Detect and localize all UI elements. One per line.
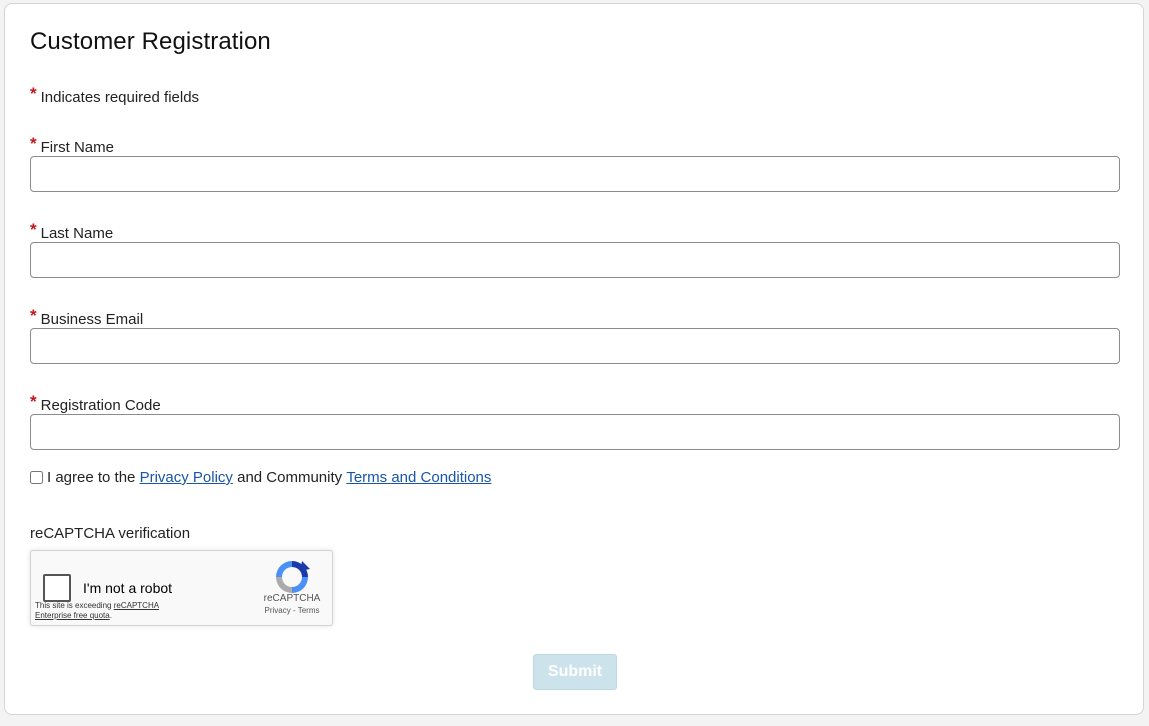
- business-email-label: * Business Email: [30, 306, 144, 328]
- last-name-input[interactable]: [30, 242, 1120, 278]
- registration-card: Customer Registration * Indicates require…: [4, 3, 1144, 715]
- agree-prefix: I agree to the: [47, 469, 136, 486]
- business-email-input[interactable]: [30, 328, 1120, 364]
- required-note-text: Indicates required fields: [40, 89, 200, 106]
- required-star: *: [30, 392, 37, 411]
- required-star: *: [30, 134, 37, 153]
- terms-link[interactable]: Terms and Conditions: [346, 469, 491, 486]
- agreement-row: I agree to the Privacy Policy and Commun…: [30, 469, 491, 486]
- recaptcha-brand: reCAPTCHA: [263, 593, 321, 604]
- captcha-label: reCAPTCHA verification: [30, 525, 191, 542]
- last-name-label: * Last Name: [30, 220, 114, 242]
- recaptcha-logo-icon: [276, 561, 310, 593]
- registration-code-input[interactable]: [30, 414, 1120, 450]
- submit-button[interactable]: Submit: [533, 654, 617, 690]
- required-star: *: [30, 220, 37, 239]
- page-title: Customer Registration: [30, 28, 271, 55]
- recaptcha-terms-link[interactable]: Terms: [298, 606, 320, 615]
- first-name-input[interactable]: [30, 156, 1120, 192]
- recaptcha-quota-note: This site is exceeding reCAPTCHA Enterpr…: [35, 601, 160, 620]
- registration-code-label: * Registration Code: [30, 392, 161, 414]
- recaptcha-checkbox[interactable]: [43, 574, 71, 602]
- recaptcha-links: Privacy - Terms: [264, 606, 320, 615]
- recaptcha-checkbox-text: I'm not a robot: [83, 580, 173, 596]
- agree-middle: and Community: [237, 469, 343, 486]
- required-star: *: [30, 306, 37, 325]
- privacy-policy-link[interactable]: Privacy Policy: [140, 469, 233, 486]
- required-fields-note: * Indicates required fields: [30, 84, 199, 106]
- recaptcha-privacy-link[interactable]: Privacy: [265, 606, 291, 615]
- recaptcha-widget: I'm not a robot This site is exceeding r…: [30, 550, 333, 626]
- required-star: *: [30, 84, 37, 103]
- agree-checkbox[interactable]: [30, 471, 43, 484]
- first-name-label: * First Name: [30, 134, 114, 156]
